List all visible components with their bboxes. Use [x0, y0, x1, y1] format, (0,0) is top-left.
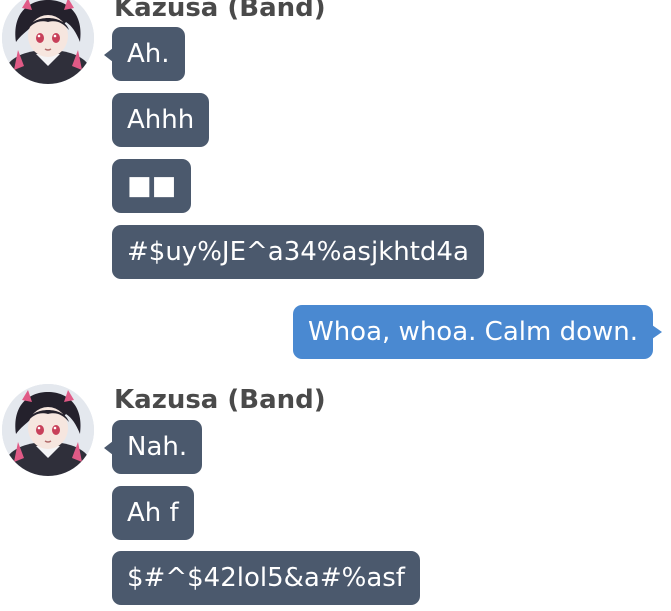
message-bubble[interactable]: Ahhh [112, 93, 210, 147]
message-bubble[interactable]: ■■ [112, 159, 192, 213]
character-portrait-icon [2, 384, 94, 476]
message-bubble[interactable]: Ah f [112, 486, 194, 540]
outgoing-message-bubble[interactable]: Whoa, whoa. Calm down. [293, 305, 662, 359]
sender-name: Kazusa (Band) [114, 0, 326, 23]
character-portrait-icon [2, 0, 94, 84]
sender-name: Kazusa (Band) [114, 385, 326, 415]
avatar-kazusa[interactable] [2, 384, 94, 476]
message-bubble[interactable]: Nah. [103, 420, 203, 474]
message-bubble[interactable]: $#^$42lol5&a#%asf [112, 551, 420, 605]
message-bubble[interactable]: #$uy%JE^a34%asjkhtd4a [112, 225, 484, 279]
message-bubble[interactable]: Ah. [104, 27, 185, 81]
avatar-kazusa[interactable] [2, 0, 94, 84]
